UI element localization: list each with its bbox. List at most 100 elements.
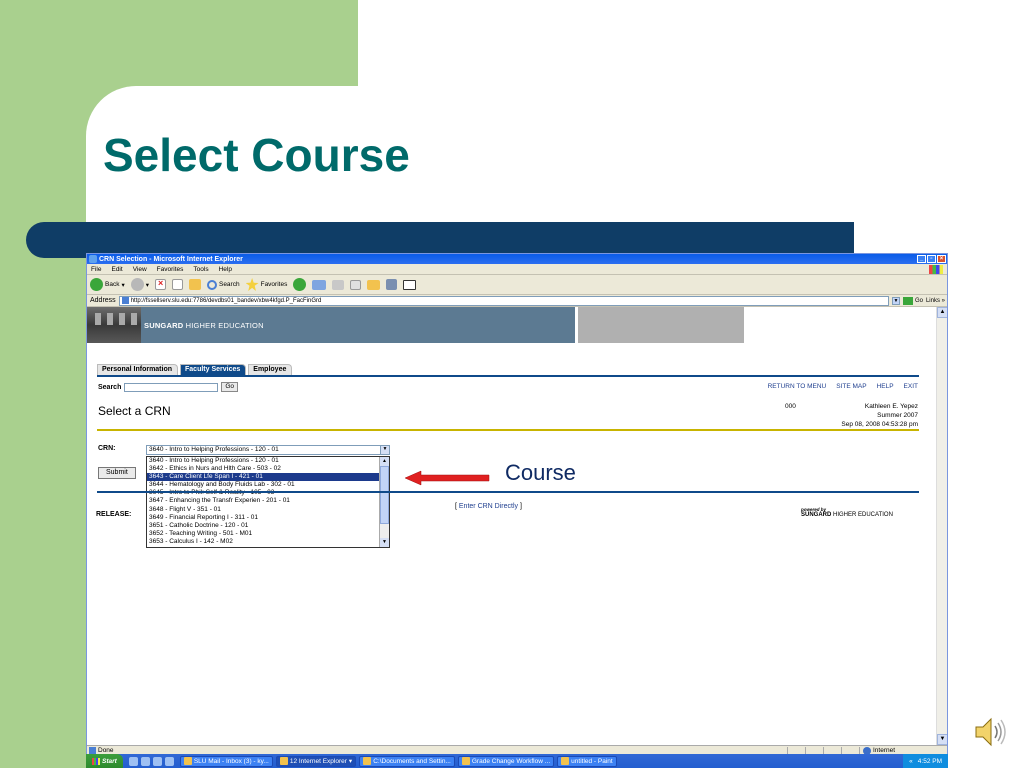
slide-side-band [0, 0, 86, 768]
browser-toolbar: Back ▾ ▾ Search Favorites [87, 275, 947, 295]
scroll-up-icon[interactable]: ▲ [380, 457, 389, 466]
crn-option[interactable]: 3652 - Teaching Writing - 501 - M01 [147, 530, 389, 538]
list-scrollbar[interactable]: ▲ ▼ [379, 457, 389, 547]
ie-quicklaunch-icon[interactable] [128, 756, 138, 766]
favorites-button[interactable]: Favorites [245, 278, 287, 291]
forward-arrow-icon [130, 278, 144, 291]
outlook-quicklaunch-icon[interactable] [152, 756, 162, 766]
windows-taskbar: Start SLU Mail - Inbox (3) - ky... 12 In… [86, 754, 948, 768]
task-button[interactable]: SLU Mail - Inbox (3) - ky... [179, 755, 273, 767]
tab-bar: Personal Information Faculty Services Em… [97, 364, 294, 375]
form-divider [97, 491, 919, 493]
search-label: Search [218, 281, 240, 288]
crn-option-highlighted[interactable]: 3643 - Care Client Lfe Span I - 421 - 01 [147, 473, 389, 482]
quick-launch [123, 756, 180, 766]
windows-logo-icon [929, 264, 943, 274]
forward-button[interactable]: ▾ [130, 278, 149, 291]
powered-by-logo: powered by SUNGARD HIGHER EDUCATION [801, 507, 893, 518]
window-title: CRN Selection - Microsoft Internet Explo… [99, 255, 243, 263]
sungard-banner: SUNGARD HIGHER EDUCATION [87, 307, 575, 343]
scroll-thumb[interactable] [380, 466, 389, 524]
crn-option[interactable]: 3649 - Financial Reporting I - 311 - 01 [147, 514, 389, 522]
scroll-down-icon[interactable]: ▼ [380, 538, 389, 547]
chevron-down-icon[interactable]: ▾ [146, 281, 149, 289]
menu-favorites[interactable]: Favorites [157, 266, 184, 273]
search-input[interactable] [124, 382, 219, 392]
folder-icon[interactable] [367, 279, 381, 290]
print-icon[interactable] [332, 279, 345, 290]
speaker-icon[interactable] [974, 716, 1008, 748]
site-map-link[interactable]: SITE MAP [836, 383, 866, 390]
history-icon[interactable] [293, 278, 307, 291]
paint-icon [561, 757, 570, 765]
start-button[interactable]: Start [86, 754, 123, 768]
page-content: SUNGARD HIGHER EDUCATION Personal Inform… [87, 307, 937, 745]
firefox-quicklaunch-icon[interactable] [164, 756, 174, 766]
crn-option[interactable]: 3651 - Catholic Doctrine - 120 - 01 [147, 522, 389, 530]
enter-crn-directly: [ Enter CRN Directly ] [455, 503, 522, 510]
scroll-up-icon[interactable]: ▲ [937, 307, 947, 318]
submit-button[interactable]: Submit [98, 467, 136, 479]
back-button[interactable]: Back ▾ [90, 278, 125, 291]
back-label: Back [105, 281, 120, 288]
menu-help[interactable]: Help [219, 266, 232, 273]
refresh-icon[interactable] [171, 279, 183, 290]
enter-crn-link[interactable]: Enter CRN Directly [459, 503, 518, 510]
restore-button[interactable]: ▫ [927, 255, 936, 263]
crn-option[interactable]: 3640 - Intro to Helping Professions - 12… [147, 457, 389, 465]
url-field[interactable]: http://fssellserv.slu.edu:7786/devdbs01_… [118, 295, 889, 306]
chevron-down-icon[interactable]: ▾ [121, 281, 124, 289]
crn-selected-value: 3640 - Intro to Helping Professions - 12… [149, 446, 279, 453]
return-to-menu-link[interactable]: RETURN TO MENU [768, 383, 827, 390]
messenger-icon[interactable] [386, 279, 398, 290]
task-button[interactable]: Grade Change Workflow ... [457, 755, 555, 767]
task-button-active[interactable]: 12 Internet Explorer ▾ [275, 755, 357, 767]
menu-view[interactable]: View [133, 266, 147, 273]
folder-icon [363, 757, 372, 765]
task-button[interactable]: C:\Documents and Settin... [359, 755, 455, 767]
crn-dropdown-list[interactable]: 3640 - Intro to Helping Professions - 12… [146, 456, 390, 548]
mail-icon[interactable] [312, 279, 327, 290]
crn-option[interactable]: 3642 - Ethics in Nurs and Hlth Care - 50… [147, 465, 389, 473]
tab-employee[interactable]: Employee [248, 364, 293, 375]
task-button[interactable]: untitled - Paint [557, 755, 617, 767]
system-tray: « 4:52 PM [903, 754, 948, 768]
stop-icon[interactable] [154, 278, 166, 290]
close-button[interactable]: × [937, 255, 946, 263]
research-icon[interactable] [403, 279, 417, 290]
campus-photo [87, 307, 141, 343]
chevron-down-icon[interactable]: ▼ [380, 446, 389, 454]
search-button[interactable]: Search [206, 279, 240, 290]
crn-option[interactable]: 3647 - Enhancing the Transfr Experien - … [147, 497, 389, 505]
help-link[interactable]: HELP [877, 383, 894, 390]
search-go-button[interactable]: Go [221, 382, 239, 392]
scroll-down-icon[interactable]: ▼ [937, 734, 947, 745]
desktop-quicklaunch-icon[interactable] [140, 756, 150, 766]
crn-select[interactable]: 3640 - Intro to Helping Professions - 12… [146, 445, 390, 455]
exit-link[interactable]: EXIT [904, 383, 918, 390]
go-arrow-icon [902, 296, 913, 305]
minimize-button[interactable]: _ [917, 255, 926, 263]
clock: 4:52 PM [917, 757, 942, 765]
browser-window: CRN Selection - Microsoft Internet Explo… [86, 253, 948, 768]
links-button[interactable]: Links » [926, 298, 947, 304]
chevron-down-icon[interactable]: ▼ [891, 296, 900, 305]
menu-edit[interactable]: Edit [111, 266, 122, 273]
menu-file[interactable]: File [91, 266, 101, 273]
tab-personal-information[interactable]: Personal Information [97, 364, 179, 375]
home-icon[interactable] [188, 279, 201, 290]
tray-expand-icon[interactable]: « [909, 758, 913, 765]
crn-option[interactable]: 3653 - Calculus I - 142 - M02 [147, 538, 389, 546]
menu-tools[interactable]: Tools [193, 266, 208, 273]
address-label: Address [90, 297, 116, 304]
edit-icon[interactable] [350, 279, 362, 290]
user-info: 000 Kathleen E. Yepez Summer 2007 Sep 08… [785, 402, 918, 429]
page-scrollbar[interactable]: ▲ ▼ [936, 307, 947, 745]
go-button[interactable]: Go [902, 296, 923, 305]
ie-icon [279, 757, 288, 765]
crn-option[interactable]: 3648 - Flight V - 351 - 01 [147, 506, 389, 514]
page-icon [89, 747, 96, 754]
crn-option[interactable]: 3644 - Hematology and Body Fluids Lab - … [147, 481, 389, 489]
tab-faculty-services[interactable]: Faculty Services [180, 364, 247, 375]
star-icon [245, 278, 259, 291]
